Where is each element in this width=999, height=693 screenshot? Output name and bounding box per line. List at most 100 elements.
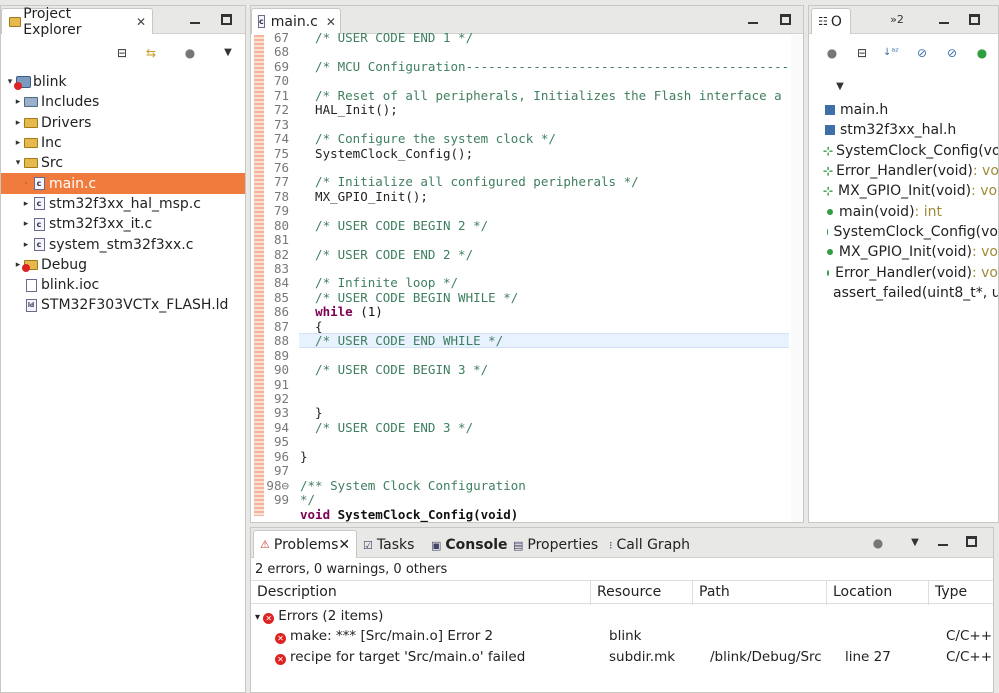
tree-item-label: Drivers bbox=[41, 114, 92, 131]
outline-item[interactable]: stm32f3xx_hal.h bbox=[823, 120, 998, 140]
code-line: MX_GPIO_Init(); bbox=[300, 188, 428, 204]
twisty-icon[interactable]: ▸ bbox=[13, 138, 23, 148]
outline-item[interactable]: ⊹ SystemClock_Config(vo bbox=[823, 141, 998, 161]
minimize-icon[interactable] bbox=[748, 16, 758, 24]
vertical-scrollbar[interactable] bbox=[791, 35, 803, 522]
minimize-icon[interactable] bbox=[938, 538, 948, 546]
twisty-icon[interactable]: ▸ bbox=[21, 199, 31, 209]
includes-icon bbox=[23, 95, 39, 109]
code-line: /* USER CODE END WHILE */ bbox=[300, 333, 504, 349]
view-menu-icon[interactable]: ▼ bbox=[833, 80, 847, 94]
tab-call-graph[interactable]: ⁝ Call Graph bbox=[609, 533, 690, 557]
folder-icon bbox=[23, 116, 39, 130]
filters-icon[interactable]: ● bbox=[825, 46, 839, 60]
tab-tasks[interactable]: ☑ Tasks bbox=[363, 533, 414, 557]
tab-label: Properties bbox=[527, 537, 599, 553]
maximize-icon[interactable] bbox=[221, 14, 232, 25]
twisty-icon[interactable]: ▾ bbox=[13, 158, 23, 168]
hide-nonpublic-icon[interactable]: ● bbox=[975, 46, 989, 60]
problem-row[interactable]: ✕ make: *** [Src/main.o] Error 2 blink C/C+… bbox=[251, 626, 993, 646]
column-header-location[interactable]: Location bbox=[827, 581, 929, 605]
twisty-icon[interactable]: ▸ bbox=[21, 240, 31, 250]
twisty-icon[interactable]: ▸ bbox=[13, 118, 23, 128]
error-group-label: Errors (2 items) bbox=[278, 608, 384, 624]
tree-item[interactable]: ▸ c stm32f3xx_hal_msp.c bbox=[1, 194, 245, 214]
tree-item[interactable]: ▸ c stm32f3xx_it.c bbox=[1, 214, 245, 234]
outline-item[interactable]: ⊹ MX_GPIO_Init(void) : vo bbox=[823, 181, 998, 201]
twisty-icon[interactable]: ▸ bbox=[13, 97, 23, 107]
tree-item[interactable]: ▸ Drivers bbox=[1, 113, 245, 133]
tab-console[interactable]: ▣ Console bbox=[431, 533, 508, 557]
outline-panel: ☷ O »2 ● ⊟ ↓ᵃᶻ ⊘ ⊘ ● ▼ main.h stm32f3xx_h… bbox=[808, 5, 999, 523]
outline-icon: ☷ bbox=[818, 15, 828, 28]
column-header-description[interactable]: Description bbox=[251, 581, 591, 605]
problem-location-text: line 27 bbox=[845, 648, 891, 665]
tree-item[interactable]: ld STM32F303VCTx_FLASH.ld bbox=[1, 295, 245, 315]
twisty-icon[interactable]: · bbox=[21, 179, 31, 189]
close-icon[interactable]: ✕ bbox=[136, 15, 146, 29]
code-area[interactable]: 67 /* USER CODE END 1 */ 68 69 /* MCU Conf… bbox=[251, 30, 804, 522]
tree-item[interactable]: ▸ Includes bbox=[1, 92, 245, 112]
outline-item[interactable]: MX_GPIO_Init(void) : vo bbox=[823, 242, 998, 262]
overflow-tabs-button[interactable]: »2 bbox=[887, 13, 907, 27]
outline-item-label: stm32f3xx_hal.h bbox=[840, 122, 957, 139]
problem-path-text: /blink/Debug/Src bbox=[710, 648, 822, 665]
folder-icon bbox=[23, 136, 39, 150]
code-line: /* USER CODE BEGIN 3 */ bbox=[300, 362, 489, 378]
tab-label: Tasks bbox=[376, 537, 415, 553]
twisty-icon[interactable]: ▸ bbox=[21, 219, 31, 229]
column-header-resource[interactable]: Resource bbox=[591, 581, 693, 605]
column-header-path[interactable]: Path bbox=[693, 581, 827, 605]
close-icon[interactable]: ✕ bbox=[338, 537, 350, 553]
problems-panel: ● ▼ ⚠ Problems ✕ ☑ Tasks ▣ Console ▤ Properties ⁝… bbox=[250, 527, 994, 693]
tab-properties[interactable]: ▤ Properties bbox=[513, 533, 598, 557]
tree-item-label: main.c bbox=[49, 175, 97, 192]
tab-project-explorer[interactable]: Project Explorer ✕ bbox=[1, 6, 153, 38]
filters-icon[interactable]: ● bbox=[871, 536, 885, 550]
tree-item[interactable]: ▾ Src bbox=[1, 153, 245, 173]
minimize-icon[interactable] bbox=[939, 16, 949, 24]
line-number: 99 bbox=[273, 492, 289, 508]
tree-item[interactable]: ▸ Debug bbox=[1, 255, 245, 275]
hide-fields-icon[interactable]: ⊘ bbox=[915, 46, 929, 60]
outline-item[interactable]: SystemClock_Config(vo bbox=[823, 222, 998, 242]
column-header-type[interactable]: Type bbox=[929, 581, 993, 605]
twisty-icon[interactable]: ▾ bbox=[255, 612, 263, 623]
function-icon bbox=[827, 208, 833, 215]
maximize-icon[interactable] bbox=[969, 14, 980, 25]
maximize-icon[interactable] bbox=[780, 14, 791, 25]
tree-item[interactable]: ▸ Inc bbox=[1, 133, 245, 153]
collapse-all-icon[interactable]: ⊟ bbox=[855, 46, 869, 60]
code-line: /* MCU Configuration--------------------… bbox=[300, 58, 804, 74]
tab-outline[interactable]: ☷ O bbox=[811, 8, 851, 34]
view-menu-icon[interactable]: ▼ bbox=[908, 536, 922, 550]
maximize-icon[interactable] bbox=[966, 536, 977, 547]
outline-item[interactable]: ⊹ Error_Handler(void) : vo bbox=[823, 161, 998, 181]
collapse-all-icon[interactable]: ⊟ bbox=[115, 46, 129, 60]
tree-item[interactable]: blink.ioc bbox=[1, 275, 245, 295]
project-explorer-panel: Project Explorer ✕ ⊟ ⇆ ● ▼ ▾ blink ▸ Includ… bbox=[0, 5, 246, 693]
tree-item-label: Inc bbox=[41, 135, 62, 152]
hide-static-icon[interactable]: ⊘ bbox=[945, 46, 959, 60]
outline-item-label: MX_GPIO_Init(void) bbox=[838, 183, 972, 200]
code-line: /* Initialize all configured peripherals… bbox=[300, 174, 639, 190]
outline-item[interactable]: Error_Handler(void) : vo bbox=[823, 262, 998, 282]
outline-item[interactable]: main(void) : int bbox=[823, 201, 998, 221]
link-with-editor-icon[interactable]: ⇆ bbox=[144, 46, 158, 60]
outline-item[interactable]: assert_failed(uint8_t*, u bbox=[823, 283, 998, 303]
close-icon[interactable]: ✕ bbox=[326, 15, 336, 29]
error-group-row[interactable]: ▾ ✕ Errors (2 items) bbox=[251, 606, 993, 626]
code-line: /* USER CODE END 1 */ bbox=[300, 30, 474, 45]
tree-item[interactable]: ▸ c system_stm32f3xx.c bbox=[1, 234, 245, 254]
view-menu-icon[interactable]: ▼ bbox=[221, 46, 235, 60]
sort-icon[interactable]: ↓ᵃᶻ bbox=[883, 46, 899, 60]
tree-item[interactable]: ▾ blink bbox=[1, 72, 245, 92]
tree-item[interactable]: · c main.c bbox=[1, 173, 245, 194]
problem-row[interactable]: ✕ recipe for target 'Src/main.o' failed su… bbox=[251, 647, 993, 667]
tab-icon: ⚠ bbox=[260, 538, 270, 551]
filters-icon[interactable]: ● bbox=[183, 46, 197, 60]
outline-item[interactable]: main.h bbox=[823, 100, 998, 120]
folder-icon bbox=[22, 258, 39, 272]
minimize-icon[interactable] bbox=[190, 16, 200, 24]
tab-problems[interactable]: ⚠ Problems ✕ bbox=[253, 530, 358, 558]
